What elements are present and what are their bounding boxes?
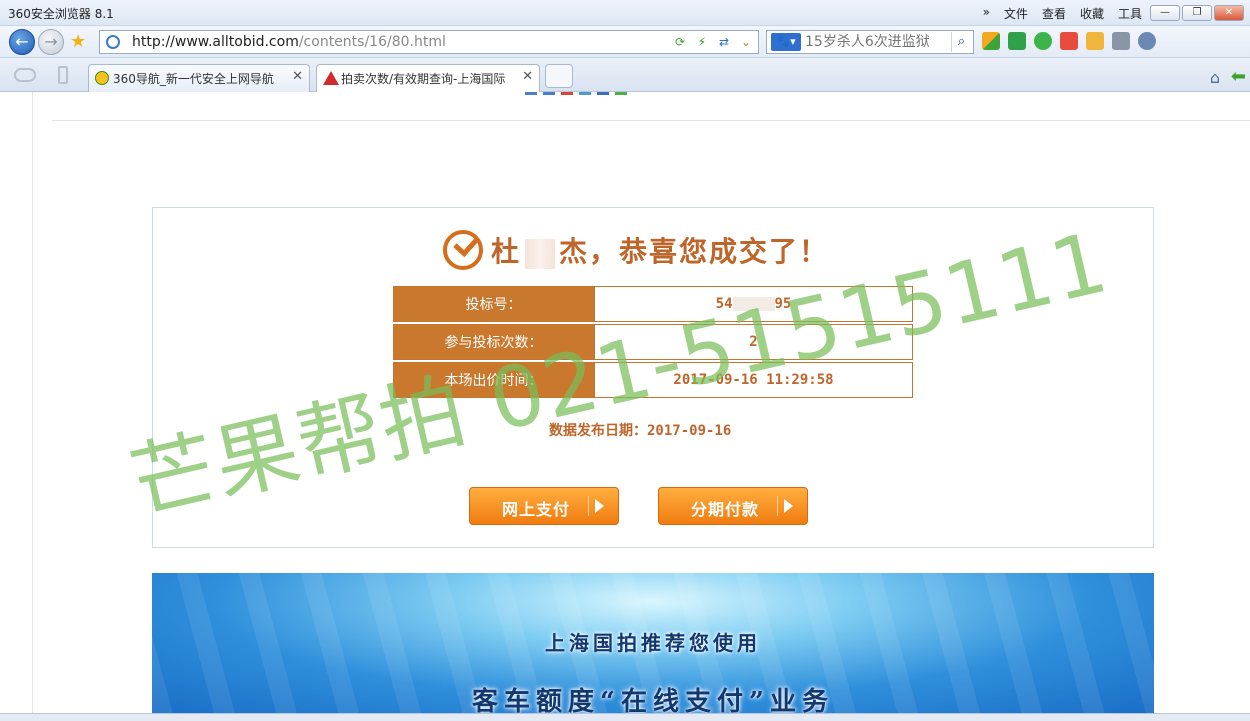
tab-bar: 360导航_新一代安全上网导航 ✕ 拍卖次数/有效期查询-上海国际 ✕ ⌂ ⬅ xyxy=(0,58,1250,92)
menu-view[interactable]: 查看 xyxy=(1042,5,1066,22)
search-engine-icon[interactable]: 🐾▾ xyxy=(771,33,801,51)
search-box: 🐾▾ ⌕ xyxy=(766,30,974,54)
close-window-button[interactable]: ✕ xyxy=(1214,5,1244,21)
search-input[interactable] xyxy=(805,33,950,51)
congrats-headline: 杜杰，恭喜您成交了！ xyxy=(443,228,829,272)
result-table: 投标号： 54 95 参与投标次数： 2 本场出价时间： 2017-09-16 1… xyxy=(393,284,913,400)
new-tab-button[interactable] xyxy=(545,64,573,88)
extension-icons xyxy=(982,32,1156,50)
tab-label: 拍卖次数/有效期查询-上海国际 xyxy=(341,72,506,86)
reader-icon[interactable] xyxy=(1008,32,1026,50)
bid-time-label: 本场出价时间： xyxy=(393,362,594,398)
phone-icon[interactable] xyxy=(58,66,68,84)
close-tab-icon[interactable]: ✕ xyxy=(292,69,303,84)
online-pay-button[interactable]: 网上支付 xyxy=(469,487,619,525)
publish-date: 数据发布日期：2017-09-16 xyxy=(549,423,732,439)
address-url[interactable]: http://www.alltobid.com/contents/16/80.h… xyxy=(132,34,446,50)
result-panel: 杜杰，恭喜您成交了！ 投标号： 54 95 参与投标次数： 2 本场出价时间： 2… xyxy=(152,207,1154,548)
cloud-icon[interactable] xyxy=(14,68,36,82)
menu-more[interactable]: » xyxy=(983,5,990,22)
bid-number-label: 投标号： xyxy=(393,286,594,322)
winner-name: 杜杰，恭喜您成交了！ xyxy=(491,235,830,269)
search-icon[interactable]: ⌕ xyxy=(951,32,971,52)
table-row: 参与投标次数： 2 xyxy=(393,324,913,360)
redacted-block xyxy=(525,238,556,269)
apps-grid-icon[interactable] xyxy=(982,32,1000,50)
tab-label: 360导航_新一代安全上网导航 xyxy=(113,72,274,86)
shield-icon[interactable] xyxy=(1034,32,1052,50)
forward-button[interactable]: → xyxy=(38,29,64,55)
left-border xyxy=(32,92,33,713)
banner-line-2: 客车额度“在线支付”业务 xyxy=(472,687,834,713)
zoom-icon[interactable] xyxy=(1138,32,1156,50)
navigation-bar: ← → ★ http://www.alltobid.com/contents/1… xyxy=(0,26,1250,58)
play-arrow-icon xyxy=(777,496,797,516)
window-controls: — ❐ ✕ xyxy=(1150,5,1244,21)
play-arrow-icon xyxy=(588,496,608,516)
redacted-block xyxy=(732,297,775,311)
tab-360-navigation[interactable]: 360导航_新一代安全上网导航 ✕ xyxy=(88,64,310,92)
app-title: 360安全浏览器 8.1 xyxy=(8,7,114,21)
table-row: 投标号： 54 95 xyxy=(393,286,913,322)
refresh-icon[interactable]: ⟳ xyxy=(670,32,690,52)
bid-count-value: 2 xyxy=(594,324,913,360)
divider xyxy=(52,120,1250,121)
maximize-button[interactable]: ❐ xyxy=(1182,5,1212,21)
bid-time-value: 2017-09-16 11:29:58 xyxy=(594,362,913,398)
close-tab-icon[interactable]: ✕ xyxy=(522,69,533,84)
address-tools: ⟳ ⚡ ⇄ ⌄ xyxy=(670,32,756,52)
360-logo-icon xyxy=(95,71,109,85)
address-bar[interactable]: http://www.alltobid.com/contents/16/80.h… xyxy=(99,30,759,54)
title-bar: 360安全浏览器 8.1 » 文件 查看 收藏 工具 帮助 — ❐ ✕ xyxy=(0,0,1250,26)
promo-banner[interactable]: 上海国拍推荐您使用 客车额度“在线支付”业务 xyxy=(152,573,1154,713)
installment-pay-button[interactable]: 分期付款 xyxy=(658,487,808,525)
favorite-star-icon[interactable]: ★ xyxy=(70,31,86,52)
banner-line-1: 上海国拍推荐您使用 xyxy=(545,631,761,655)
game-icon[interactable] xyxy=(1112,32,1130,50)
page-content: 杜杰，恭喜您成交了！ 投标号： 54 95 参与投标次数： 2 本场出价时间： 2… xyxy=(0,92,1250,713)
dropdown-chevron-icon[interactable]: ⌄ xyxy=(736,32,756,52)
warning-triangle-icon xyxy=(323,71,339,85)
menu-favorites[interactable]: 收藏 xyxy=(1080,5,1104,22)
bid-number-value: 54 95 xyxy=(594,286,913,322)
home-icon[interactable]: ⌂ xyxy=(1210,68,1220,87)
globe-icon xyxy=(106,35,120,49)
screenshot-icon[interactable] xyxy=(1086,32,1104,50)
status-bar xyxy=(0,713,1250,721)
speed-icon[interactable]: ⚡ xyxy=(692,32,712,52)
tab-auction-query[interactable]: 拍卖次数/有效期查询-上海国际 ✕ xyxy=(316,64,540,92)
pdf-icon[interactable] xyxy=(1060,32,1078,50)
minimize-button[interactable]: — xyxy=(1150,5,1180,21)
share-strip xyxy=(525,92,627,95)
bid-count-label: 参与投标次数： xyxy=(393,324,594,360)
menu-tools[interactable]: 工具 xyxy=(1118,5,1142,22)
green-arrow-icon[interactable]: ⬅ xyxy=(1231,66,1246,87)
check-icon xyxy=(443,230,483,270)
back-button[interactable]: ← xyxy=(9,29,35,55)
menu-file[interactable]: 文件 xyxy=(1004,5,1028,22)
compat-mode-icon[interactable]: ⇄ xyxy=(714,32,734,52)
table-row: 本场出价时间： 2017-09-16 11:29:58 xyxy=(393,362,913,398)
